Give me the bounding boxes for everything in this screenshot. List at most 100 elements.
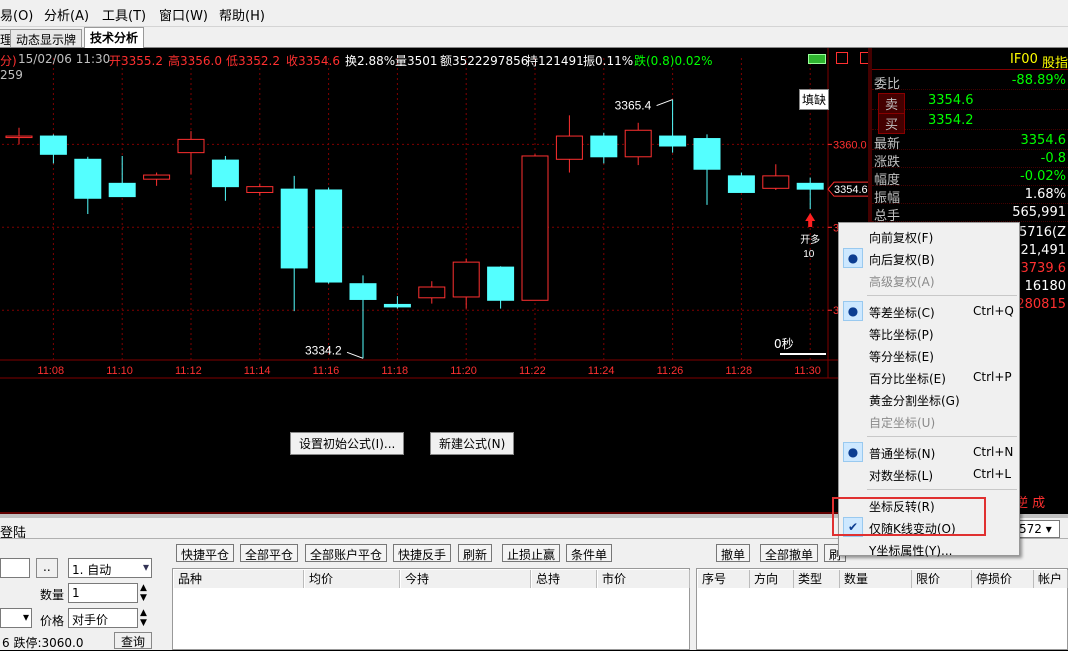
order-mode-value: 1. 自动	[72, 563, 112, 577]
countdown-label: 0秒	[774, 337, 794, 351]
candle-body	[521, 155, 549, 301]
x-tick-label: 11:28	[725, 365, 752, 377]
positions-column-header[interactable]: 今持	[401, 570, 531, 588]
context-menu-item-label: 黄金分割坐标(G)	[869, 394, 960, 408]
context-menu-item[interactable]: 对数坐标(L) Ctrl+L	[839, 463, 1019, 485]
orders-column-header[interactable]: 帐户	[1034, 570, 1068, 588]
tab-technical-analysis[interactable]: 技术分析	[84, 27, 145, 48]
orders-column-header[interactable]: 方向	[750, 570, 794, 588]
account-select[interactable]: 572 ▾	[1016, 520, 1060, 538]
orders-column-header[interactable]: 数量	[840, 570, 912, 588]
code-label: 259	[0, 68, 23, 82]
quote-row-value: -0.02%	[1020, 169, 1066, 184]
context-menu-item[interactable]: ● 普通坐标(N) Ctrl+N	[839, 441, 1019, 463]
context-menu-item-label: 对数坐标(L)	[869, 469, 934, 483]
context-menu-item-shortcut: Ctrl+L	[973, 467, 1012, 481]
limit-info: 6 跌停:3060.0	[2, 636, 84, 650]
radio-dot-icon: ●	[843, 442, 863, 462]
context-menu-item[interactable]: ● 等差坐标(C) Ctrl+Q	[839, 300, 1019, 322]
fill-gap-button[interactable]: 填缺	[799, 89, 830, 110]
orders-column-header[interactable]: 停损价	[972, 570, 1034, 588]
bar-change: 跌(0.8)0.02%	[634, 54, 713, 68]
trade-action-button[interactable]: 快捷平仓	[176, 544, 235, 562]
context-menu-item[interactable]: 等分坐标(E)	[839, 344, 1019, 366]
quantity-input[interactable]: 1	[68, 583, 138, 603]
candle-body	[143, 174, 171, 180]
set-initial-formula-button[interactable]: 设置初始公式(I)...	[290, 432, 405, 455]
candle-body	[280, 188, 308, 269]
positions-column-header[interactable]: 均价	[305, 570, 400, 588]
high-pointer	[656, 99, 673, 107]
tab-dynamic-board[interactable]: 动态显示牌	[10, 29, 83, 47]
order-action-button[interactable]: 撤单	[716, 544, 751, 562]
context-menu-item[interactable]: 黄金分割坐标(G)	[839, 388, 1019, 410]
candle-body	[418, 286, 446, 299]
trade-action-button[interactable]: 刷新	[458, 544, 493, 562]
minimize-icon[interactable]	[836, 52, 848, 64]
context-menu-item-label: 向后复权(B)	[869, 253, 935, 267]
menu-window[interactable]: 窗口(W)	[159, 5, 208, 24]
quote-extra-value: 5716(Z	[1018, 225, 1066, 240]
order-action-button[interactable]: 全部撤单	[760, 544, 819, 562]
low-pointer	[346, 351, 364, 359]
order-mode-select[interactable]: 1. 自动 ▾	[68, 558, 152, 578]
context-menu-item[interactable]: 高级复权(A)	[839, 269, 1019, 291]
x-tick-label: 11:16	[313, 365, 340, 377]
quantity-stepper[interactable]: ▲ ▼	[140, 583, 147, 603]
x-tick-label: 11:18	[381, 365, 408, 377]
context-menu-item[interactable]: 向前复权(F)	[839, 225, 1019, 247]
open-long-arrow-icon	[805, 213, 816, 228]
context-menu-item[interactable]: 自定坐标(U)	[839, 410, 1019, 432]
quote-row: 最新 3354.6	[872, 132, 1068, 152]
chevron-down-icon: ▾	[22, 610, 29, 624]
price-input[interactable]: 对手价	[68, 608, 138, 628]
trade-action-button[interactable]: 快捷反手	[393, 544, 452, 562]
trade-action-button[interactable]: 全部平仓	[240, 544, 299, 562]
direction-select[interactable]: ▾	[0, 608, 32, 628]
bar-low: 低3352.2	[226, 54, 280, 68]
quote-row: 卖 3354.6	[872, 92, 1068, 114]
orders-column-header[interactable]: 序号	[698, 570, 750, 588]
context-menu-item-label: 等差坐标(C)	[869, 306, 935, 320]
trade-action-button[interactable]: 条件单	[566, 544, 613, 562]
x-tick-label: 11:24	[588, 365, 615, 377]
context-menu-item[interactable]: 等比坐标(P)	[839, 322, 1019, 344]
quote-symbol: IF00	[1010, 52, 1038, 67]
marker-qty: 10	[803, 249, 815, 260]
price-stepper[interactable]: ▲ ▼	[140, 608, 147, 628]
y-tick-label: 3360.0	[833, 139, 867, 151]
menu-tools[interactable]: 工具(T)	[102, 5, 146, 24]
quote-row-value: 565,991	[1012, 205, 1066, 220]
candle-body	[590, 135, 618, 158]
positions-column-header[interactable]: 总持	[532, 570, 597, 588]
orders-column-header[interactable]: 类型	[794, 570, 840, 588]
contract-browse-button[interactable]: ..	[36, 558, 58, 578]
trade-action-button[interactable]: 全部账户平仓	[305, 544, 388, 562]
kline-chart-panel[interactable]: 3360.03350.0311:0811:1011:1211:1411:1611…	[0, 48, 870, 514]
menu-help[interactable]: 帮助(H)	[219, 5, 265, 24]
radio-dot-icon: ●	[843, 248, 863, 268]
context-menu-item-label: 普通坐标(N)	[869, 447, 936, 461]
orders-column-header[interactable]: 限价	[912, 570, 972, 588]
context-menu-item[interactable]: Y坐标属性(Y)...	[839, 538, 1019, 560]
query-button[interactable]: 查询	[114, 632, 153, 649]
candle-body	[74, 158, 102, 199]
highlight-box	[832, 497, 986, 536]
context-menu-item[interactable]: ● 向后复权(B)	[839, 247, 1019, 269]
contract-input[interactable]	[0, 558, 30, 578]
bar-close: 收3354.6	[286, 54, 340, 68]
quote-extra-value: 121,491	[1012, 243, 1066, 258]
price-label: 价格	[40, 614, 65, 628]
candle-body	[693, 138, 721, 170]
quote-extra-value: 16180	[1024, 279, 1066, 294]
bar-position: 持121491	[526, 54, 584, 68]
new-formula-button[interactable]: 新建公式(N)	[430, 432, 515, 455]
menu-trade[interactable]: 易(O)	[0, 5, 33, 24]
quote-row: 委比 -88.89%	[872, 72, 1068, 92]
menu-analysis[interactable]: 分析(A)	[44, 5, 89, 24]
positions-column-header[interactable]: 品种	[174, 570, 304, 588]
context-menu-item[interactable]: 百分比坐标(E) Ctrl+P	[839, 366, 1019, 388]
positions-column-header[interactable]: 市价	[598, 570, 690, 588]
bar-volume: 量3501	[395, 54, 438, 68]
trade-action-button[interactable]: 止损止赢	[502, 544, 561, 562]
